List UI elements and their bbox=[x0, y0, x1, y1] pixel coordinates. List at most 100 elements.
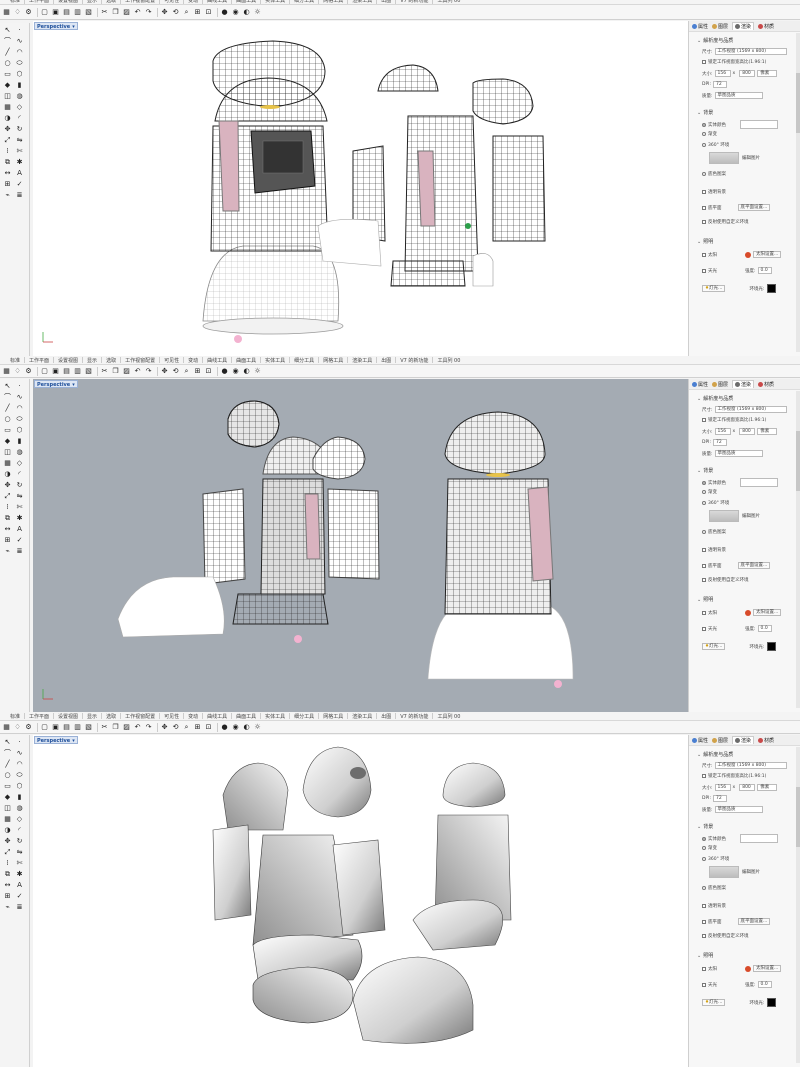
bg-solid-row[interactable]: 实体颜色 bbox=[702, 834, 778, 843]
analyze-icon[interactable]: ⌁ bbox=[2, 902, 13, 912]
bg-360-radio[interactable] bbox=[702, 501, 706, 505]
tab-cplane[interactable]: 工作平面 bbox=[29, 713, 49, 720]
tab-subd-tools[interactable]: 细分工具 bbox=[294, 357, 314, 364]
ground-settings-button[interactable]: 底平面设置... bbox=[737, 918, 771, 925]
tab-transform[interactable]: 变动 bbox=[188, 0, 198, 4]
tab-curve-tools[interactable]: 曲线工具 bbox=[207, 0, 227, 4]
shade-icon[interactable]: ● bbox=[220, 8, 229, 17]
open-file-icon[interactable]: ▣ bbox=[51, 723, 60, 732]
redo-icon[interactable]: ↷ bbox=[144, 367, 153, 376]
lock-aspect-checkbox[interactable] bbox=[702, 60, 706, 64]
tab-surface-tools[interactable]: 曲面工具 bbox=[236, 0, 256, 4]
ellipse-icon[interactable]: ⬭ bbox=[14, 414, 25, 424]
circle-icon[interactable]: ○ bbox=[2, 414, 13, 424]
light-icon[interactable]: ☼ bbox=[253, 8, 262, 17]
tab-select[interactable]: 选取 bbox=[106, 0, 116, 4]
mirror-icon[interactable]: ⇋ bbox=[14, 847, 25, 857]
tab-render[interactable]: 渲染 bbox=[732, 380, 755, 388]
lock-aspect-checkbox[interactable] bbox=[702, 774, 706, 778]
bg-image-radio[interactable] bbox=[702, 530, 706, 534]
sun-row[interactable]: 太阳 太阳设置... bbox=[702, 609, 782, 616]
bulb-icon[interactable]: ♢ bbox=[13, 367, 22, 376]
undo-icon[interactable]: ↶ bbox=[133, 8, 142, 17]
tab-curve-tools[interactable]: 曲线工具 bbox=[207, 357, 227, 364]
tab-display[interactable]: 显示 bbox=[87, 713, 97, 720]
lights-button[interactable]: ♦灯光... bbox=[702, 643, 726, 650]
section-background[interactable]: ⌄ 背景 bbox=[697, 823, 713, 831]
surface-icon[interactable]: ◆ bbox=[2, 436, 13, 446]
viewport-title[interactable]: Perspective ▾ bbox=[34, 736, 78, 744]
lock-aspect-row[interactable]: 锁定工作视窗宽高比(1.96:1) bbox=[702, 59, 766, 65]
tab-solid-tools[interactable]: 实体工具 bbox=[265, 357, 285, 364]
tab-toolbar-00[interactable]: 工具列 00 bbox=[437, 357, 460, 364]
zoom-icon[interactable]: ⌕ bbox=[182, 723, 191, 732]
dimension-icon[interactable]: ↔ bbox=[2, 524, 13, 534]
extrude-icon[interactable]: ▮ bbox=[14, 436, 25, 446]
ground-row[interactable]: 底平面 底平面设置... bbox=[702, 562, 771, 569]
rotate-icon[interactable]: ↻ bbox=[14, 480, 25, 490]
pan-icon[interactable]: ✥ bbox=[160, 723, 169, 732]
tab-drafting[interactable]: 出图 bbox=[381, 713, 391, 720]
size-select[interactable]: 工作视窗 (1569 x 800) bbox=[714, 406, 787, 413]
section-resolution[interactable]: ⌄ 解析度与品质 bbox=[697, 37, 733, 45]
tab-visibility[interactable]: 可见性 bbox=[164, 0, 179, 4]
fillet-icon[interactable]: ◜ bbox=[14, 825, 25, 835]
mesh-icon[interactable]: ▦ bbox=[2, 814, 13, 824]
text-icon[interactable]: A bbox=[14, 880, 25, 890]
panel-scrollbar[interactable] bbox=[796, 747, 800, 1063]
tab-select[interactable]: 选取 bbox=[106, 357, 116, 364]
mirror-icon[interactable]: ⇋ bbox=[14, 135, 25, 145]
tab-viewport-layout[interactable]: 工作视窗配置 bbox=[125, 713, 155, 720]
arc-icon[interactable]: ◠ bbox=[14, 403, 25, 413]
ground-checkbox[interactable] bbox=[702, 563, 706, 568]
tab-standard[interactable]: 标准 bbox=[10, 357, 20, 364]
ground-row[interactable]: 底平面 底平面设置... bbox=[702, 204, 771, 211]
print-icon[interactable]: ▥ bbox=[73, 8, 82, 17]
tab-solid-tools[interactable]: 实体工具 bbox=[265, 713, 285, 720]
rotate-icon[interactable]: ↻ bbox=[14, 836, 25, 846]
bg-image-radio[interactable] bbox=[702, 886, 706, 890]
transparent-row[interactable]: 透明背景 bbox=[702, 189, 726, 195]
curve-icon[interactable]: ∿ bbox=[14, 392, 25, 402]
zoom-window-icon[interactable]: ⊞ bbox=[193, 723, 202, 732]
environment-thumbnail[interactable] bbox=[709, 510, 739, 522]
shade-icon[interactable]: ● bbox=[220, 723, 229, 732]
bg-360-radio[interactable] bbox=[702, 143, 706, 147]
surface-icon[interactable]: ◆ bbox=[2, 792, 13, 802]
custom-env-row[interactable]: 反射使用自定义环境 bbox=[702, 219, 749, 225]
section-lighting[interactable]: ⌄ 照明 bbox=[697, 238, 713, 246]
dimension-icon[interactable]: ↔ bbox=[2, 880, 13, 890]
transparent-checkbox[interactable] bbox=[702, 190, 706, 194]
intensity-input[interactable]: 0.0 bbox=[757, 625, 772, 632]
sun-settings-button[interactable]: 太阳设置... bbox=[753, 609, 782, 616]
zoom-extents-icon[interactable]: ⊡ bbox=[204, 8, 213, 17]
bulb-icon[interactable]: ♢ bbox=[13, 8, 22, 17]
tab-transform[interactable]: 变动 bbox=[188, 713, 198, 720]
height-input[interactable]: 800 bbox=[739, 70, 756, 77]
rectangle-icon[interactable]: ▭ bbox=[2, 69, 13, 79]
width-input[interactable]: 156 bbox=[714, 70, 731, 77]
custom-env-row[interactable]: 反射使用自定义环境 bbox=[702, 577, 749, 583]
tab-set-view[interactable]: 设置视图 bbox=[58, 713, 78, 720]
cut-icon[interactable]: ✂ bbox=[100, 8, 109, 17]
tab-standard[interactable]: 标准 bbox=[10, 713, 20, 720]
sun-checkbox[interactable] bbox=[702, 966, 706, 971]
ground-checkbox[interactable] bbox=[702, 919, 706, 924]
width-input[interactable]: 156 bbox=[714, 428, 731, 435]
sun-row[interactable]: 太阳 太阳设置... bbox=[702, 251, 782, 258]
copy-icon[interactable]: ❐ bbox=[111, 8, 120, 17]
lights-button[interactable]: ♦灯光... bbox=[702, 285, 726, 292]
sphere-icon[interactable]: ◍ bbox=[14, 803, 25, 813]
tab-solid-tools[interactable]: 实体工具 bbox=[265, 0, 285, 4]
viewport-menu-icon[interactable]: ▾ bbox=[72, 382, 75, 388]
polyline-icon[interactable]: ⌒ bbox=[2, 748, 13, 758]
render-icon[interactable]: ◉ bbox=[231, 723, 240, 732]
skylight-row[interactable]: 天光 强度: 0.0 bbox=[702, 981, 772, 988]
tab-new-in-v7[interactable]: V7 的新功能 bbox=[400, 0, 428, 4]
section-resolution[interactable]: ⌄ 解析度与品质 bbox=[697, 395, 733, 403]
arc-icon[interactable]: ◠ bbox=[14, 759, 25, 769]
array-icon[interactable]: ⁞ bbox=[2, 146, 13, 156]
skylight-row[interactable]: 天光 强度: 0.0 bbox=[702, 625, 772, 632]
tab-render-tools[interactable]: 渲染工具 bbox=[352, 713, 372, 720]
dpi-input[interactable]: 72 bbox=[713, 81, 728, 88]
